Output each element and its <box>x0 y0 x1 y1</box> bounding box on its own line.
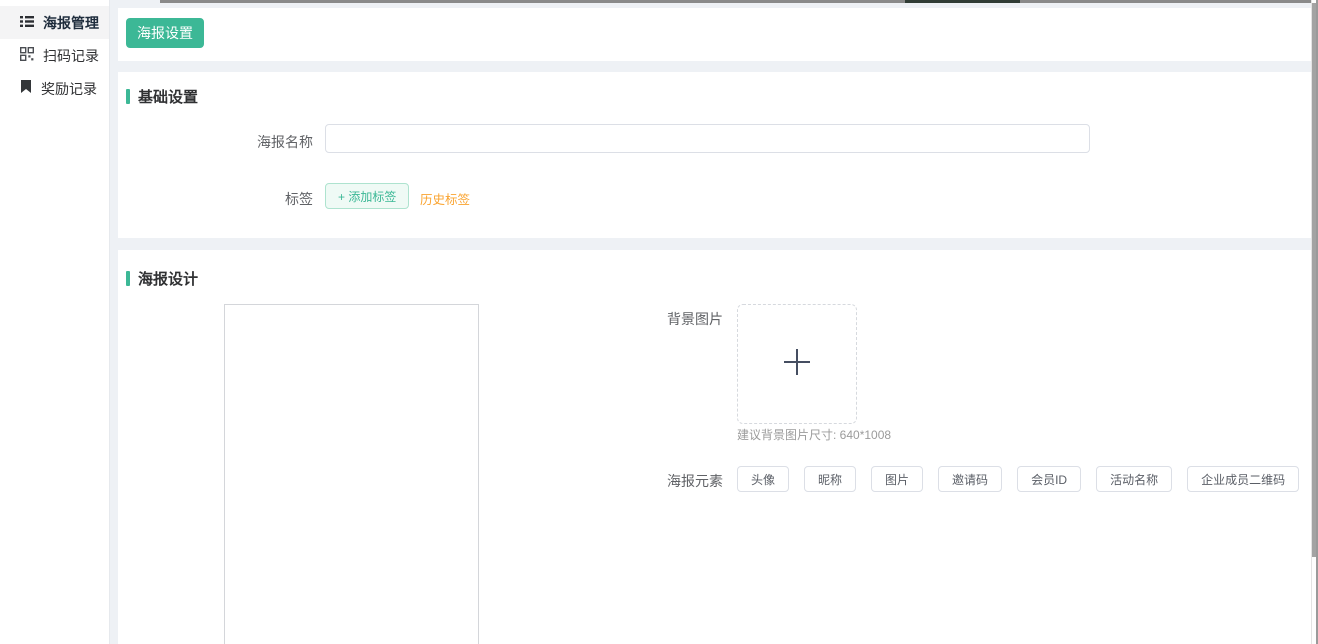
poster-name-label: 海报名称 <box>198 132 313 152</box>
bookmark-icon <box>20 80 32 97</box>
add-tag-button[interactable]: + 添加标签 <box>325 183 409 209</box>
history-tags-link[interactable]: 历史标签 <box>420 189 470 208</box>
element-button-member-id[interactable]: 会员ID <box>1017 466 1081 492</box>
poster-name-input[interactable] <box>325 124 1090 153</box>
toolbar-card: 海报设置 <box>118 8 1311 61</box>
tag-label: 标签 <box>198 189 313 209</box>
background-image-upload[interactable] <box>737 304 857 424</box>
element-button-invite-code[interactable]: 邀请码 <box>938 466 1002 492</box>
sidebar-item-label: 海报管理 <box>43 13 99 33</box>
upload-size-hint: 建议背景图片尺寸: 640*1008 <box>737 426 891 443</box>
browser-edge-dark-segment <box>905 0 1020 3</box>
poster-admin-screen: 海报管理 扫码记录 奖励记录 海报设置 <box>0 0 1318 644</box>
poster-design-title: 海报设计 <box>126 268 198 289</box>
poster-elements-label: 海报元素 <box>608 471 723 491</box>
poster-design-card: 海报设计 背景图片 建议背景图片尺寸: 640*1008 海报元素 头像 昵称 … <box>118 250 1311 644</box>
section-accent-bar <box>126 89 130 104</box>
element-button-activity-name[interactable]: 活动名称 <box>1096 466 1172 492</box>
sidebar: 海报管理 扫码记录 奖励记录 <box>0 0 110 644</box>
element-button-image[interactable]: 图片 <box>871 466 923 492</box>
background-image-label: 背景图片 <box>608 309 723 329</box>
list-icon <box>20 15 34 31</box>
element-button-avatar[interactable]: 头像 <box>737 466 789 492</box>
element-button-nickname[interactable]: 昵称 <box>804 466 856 492</box>
sidebar-item-reward-records[interactable]: 奖励记录 <box>0 72 109 105</box>
basic-settings-card: 基础设置 海报名称 标签 + 添加标签 历史标签 <box>118 72 1311 238</box>
basic-settings-title: 基础设置 <box>126 86 198 107</box>
browser-edge-strip <box>160 0 1318 3</box>
sidebar-item-scan-records[interactable]: 扫码记录 <box>0 39 109 72</box>
sidebar-item-label: 扫码记录 <box>43 46 99 66</box>
section-accent-bar <box>126 271 130 286</box>
plus-icon <box>782 347 812 382</box>
sidebar-item-poster-management[interactable]: 海报管理 <box>0 6 109 39</box>
poster-settings-button[interactable]: 海报设置 <box>126 18 204 48</box>
poster-elements-row: 头像 昵称 图片 邀请码 会员ID 活动名称 企业成员二维码 <box>737 466 1318 492</box>
poster-preview-canvas[interactable] <box>224 304 479 644</box>
element-button-enterprise-qr[interactable]: 企业成员二维码 <box>1187 466 1299 492</box>
qrcode-icon <box>20 47 34 64</box>
sidebar-item-label: 奖励记录 <box>41 79 97 99</box>
